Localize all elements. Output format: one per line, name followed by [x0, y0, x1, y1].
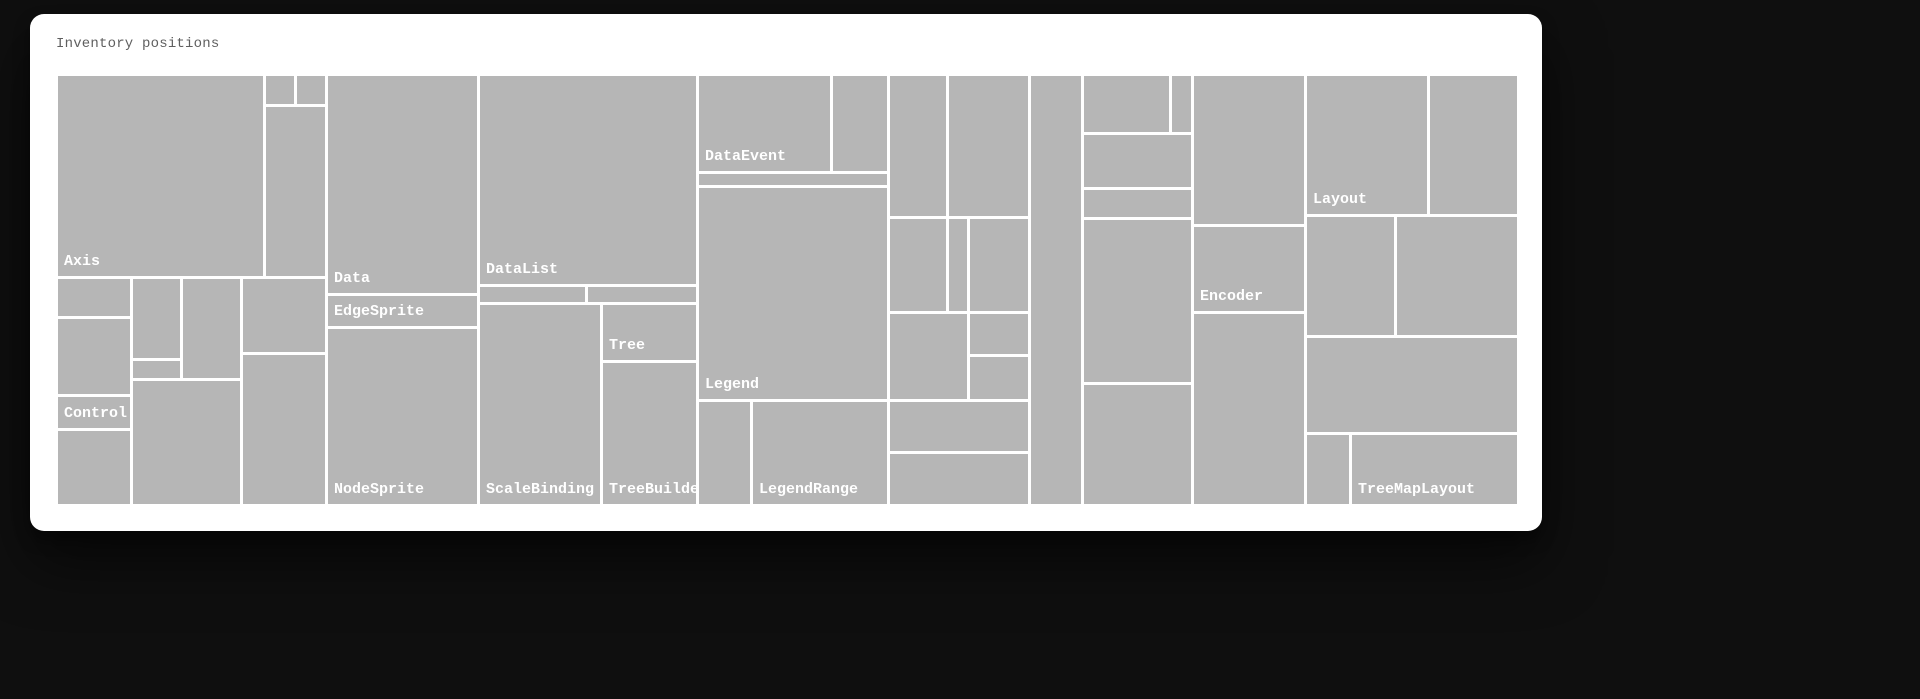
- treemap-cell-enc-f[interactable]: [1084, 385, 1191, 504]
- treemap-cell-TreeMapLayout[interactable]: TreeMapLayout: [1352, 435, 1517, 504]
- treemap-cell-ctl-j[interactable]: [243, 355, 325, 504]
- treemap-cell-ctl-a[interactable]: [58, 279, 130, 316]
- treemap-cell-label: Control: [64, 405, 127, 422]
- treemap-cell-lay-f[interactable]: [1307, 435, 1349, 504]
- treemap-cell-label: Tree: [609, 337, 645, 354]
- treemap-cell-Legend[interactable]: Legend: [699, 188, 887, 399]
- treemap-cell-enc-e[interactable]: [1084, 220, 1191, 382]
- treemap-cell-TreeBuilder[interactable]: TreeBuilder: [603, 363, 696, 504]
- treemap-cell-enc-d[interactable]: [1084, 190, 1191, 217]
- treemap-cell-Axis[interactable]: Axis: [58, 76, 263, 276]
- treemap-cell-evt-b[interactable]: [833, 76, 887, 171]
- treemap-cell-op-f[interactable]: [890, 314, 967, 399]
- treemap-cell-enc-c[interactable]: [1084, 135, 1191, 187]
- treemap-cell-op-j[interactable]: [890, 454, 1028, 504]
- treemap-cell-ctl-e[interactable]: [133, 279, 180, 358]
- treemap-cell-EdgeSprite[interactable]: EdgeSprite: [328, 296, 477, 326]
- treemap-cell-axis-d[interactable]: [266, 107, 325, 276]
- treemap-cell-ctl-b[interactable]: [58, 319, 130, 394]
- treemap-cell-label: DataList: [486, 261, 558, 278]
- treemap-cell-op-b[interactable]: [949, 76, 1028, 216]
- treemap-cell-lay-b[interactable]: [1430, 76, 1517, 214]
- treemap-cell-lay-e[interactable]: [1307, 338, 1517, 432]
- treemap-cell-op-d[interactable]: [949, 219, 967, 311]
- treemap-cell-label: ScaleBinding: [486, 481, 594, 498]
- treemap-cell-lay-d[interactable]: [1397, 217, 1517, 335]
- treemap-cell-evt-c[interactable]: [699, 174, 887, 185]
- treemap-cell-ctl-i[interactable]: [243, 279, 325, 352]
- treemap-cell-NodeSprite[interactable]: NodeSprite: [328, 329, 477, 504]
- treemap-cell-op-c[interactable]: [890, 219, 946, 311]
- treemap-cell-label: Encoder: [1200, 288, 1263, 305]
- treemap-cell-axis-b[interactable]: [266, 76, 294, 104]
- treemap-cell-data-small[interactable]: [480, 287, 585, 302]
- treemap-cell-op-a[interactable]: [890, 76, 946, 216]
- treemap-cell-label: Legend: [705, 376, 759, 393]
- treemap-cell-label: EdgeSprite: [334, 303, 424, 320]
- treemap-cell-op-h[interactable]: [970, 357, 1028, 399]
- treemap-cell-label: Axis: [64, 253, 100, 270]
- treemap-cell-ctl-h[interactable]: [133, 381, 240, 504]
- treemap-cell-enc-i[interactable]: [1194, 314, 1304, 504]
- treemap-cell-enc-b[interactable]: [1172, 76, 1191, 132]
- treemap-cell-Data[interactable]: Data: [328, 76, 477, 293]
- treemap-cell-op-i[interactable]: [890, 402, 1028, 451]
- treemap-cell-label: Layout: [1313, 191, 1367, 208]
- treemap-cell-enc-g[interactable]: [1194, 76, 1304, 224]
- treemap-cell-DataEvent[interactable]: DataEvent: [699, 76, 830, 171]
- treemap-cell-op-g[interactable]: [970, 314, 1028, 354]
- treemap-cell-label: TreeBuilder: [609, 481, 708, 498]
- treemap-cell-enc-a[interactable]: [1084, 76, 1169, 132]
- treemap-cell-LegendRange[interactable]: LegendRange: [753, 402, 887, 504]
- treemap-cell-ctl-g[interactable]: [183, 279, 240, 378]
- treemap-cell-Control[interactable]: Control: [58, 397, 130, 428]
- treemap-cell-col9-a[interactable]: [1031, 76, 1081, 504]
- treemap-cell-label: LegendRange: [759, 481, 858, 498]
- treemap-cell-Encoder[interactable]: Encoder: [1194, 227, 1304, 311]
- treemap-cell-Tree[interactable]: Tree: [603, 305, 696, 360]
- treemap-cell-label: NodeSprite: [334, 481, 424, 498]
- treemap-cell-op-e[interactable]: [970, 219, 1028, 311]
- treemap-cell-data-strip[interactable]: [588, 287, 696, 302]
- treemap-cell-axis-c[interactable]: [297, 76, 325, 104]
- treemap-cell-legend-small[interactable]: [699, 402, 750, 504]
- treemap-cell-ctl-d[interactable]: [58, 431, 130, 504]
- treemap-cell-DataList[interactable]: DataList: [480, 76, 696, 284]
- chart-title: Inventory positions: [56, 36, 219, 52]
- treemap-cell-label: DataEvent: [705, 148, 786, 165]
- treemap-cell-ctl-f[interactable]: [133, 361, 180, 378]
- treemap-cell-label: Data: [334, 270, 370, 287]
- treemap-cell-lay-c[interactable]: [1307, 217, 1394, 335]
- treemap-cell-Layout[interactable]: Layout: [1307, 76, 1427, 214]
- treemap-plot: Axis Control Data EdgeSprite NodeSprite DataL…: [58, 76, 1517, 504]
- chart-card: Inventory positions Axis Control Data EdgeS…: [30, 14, 1542, 531]
- treemap-cell-ScaleBinding[interactable]: ScaleBinding: [480, 305, 600, 504]
- treemap-cell-label: TreeMapLayout: [1358, 481, 1475, 498]
